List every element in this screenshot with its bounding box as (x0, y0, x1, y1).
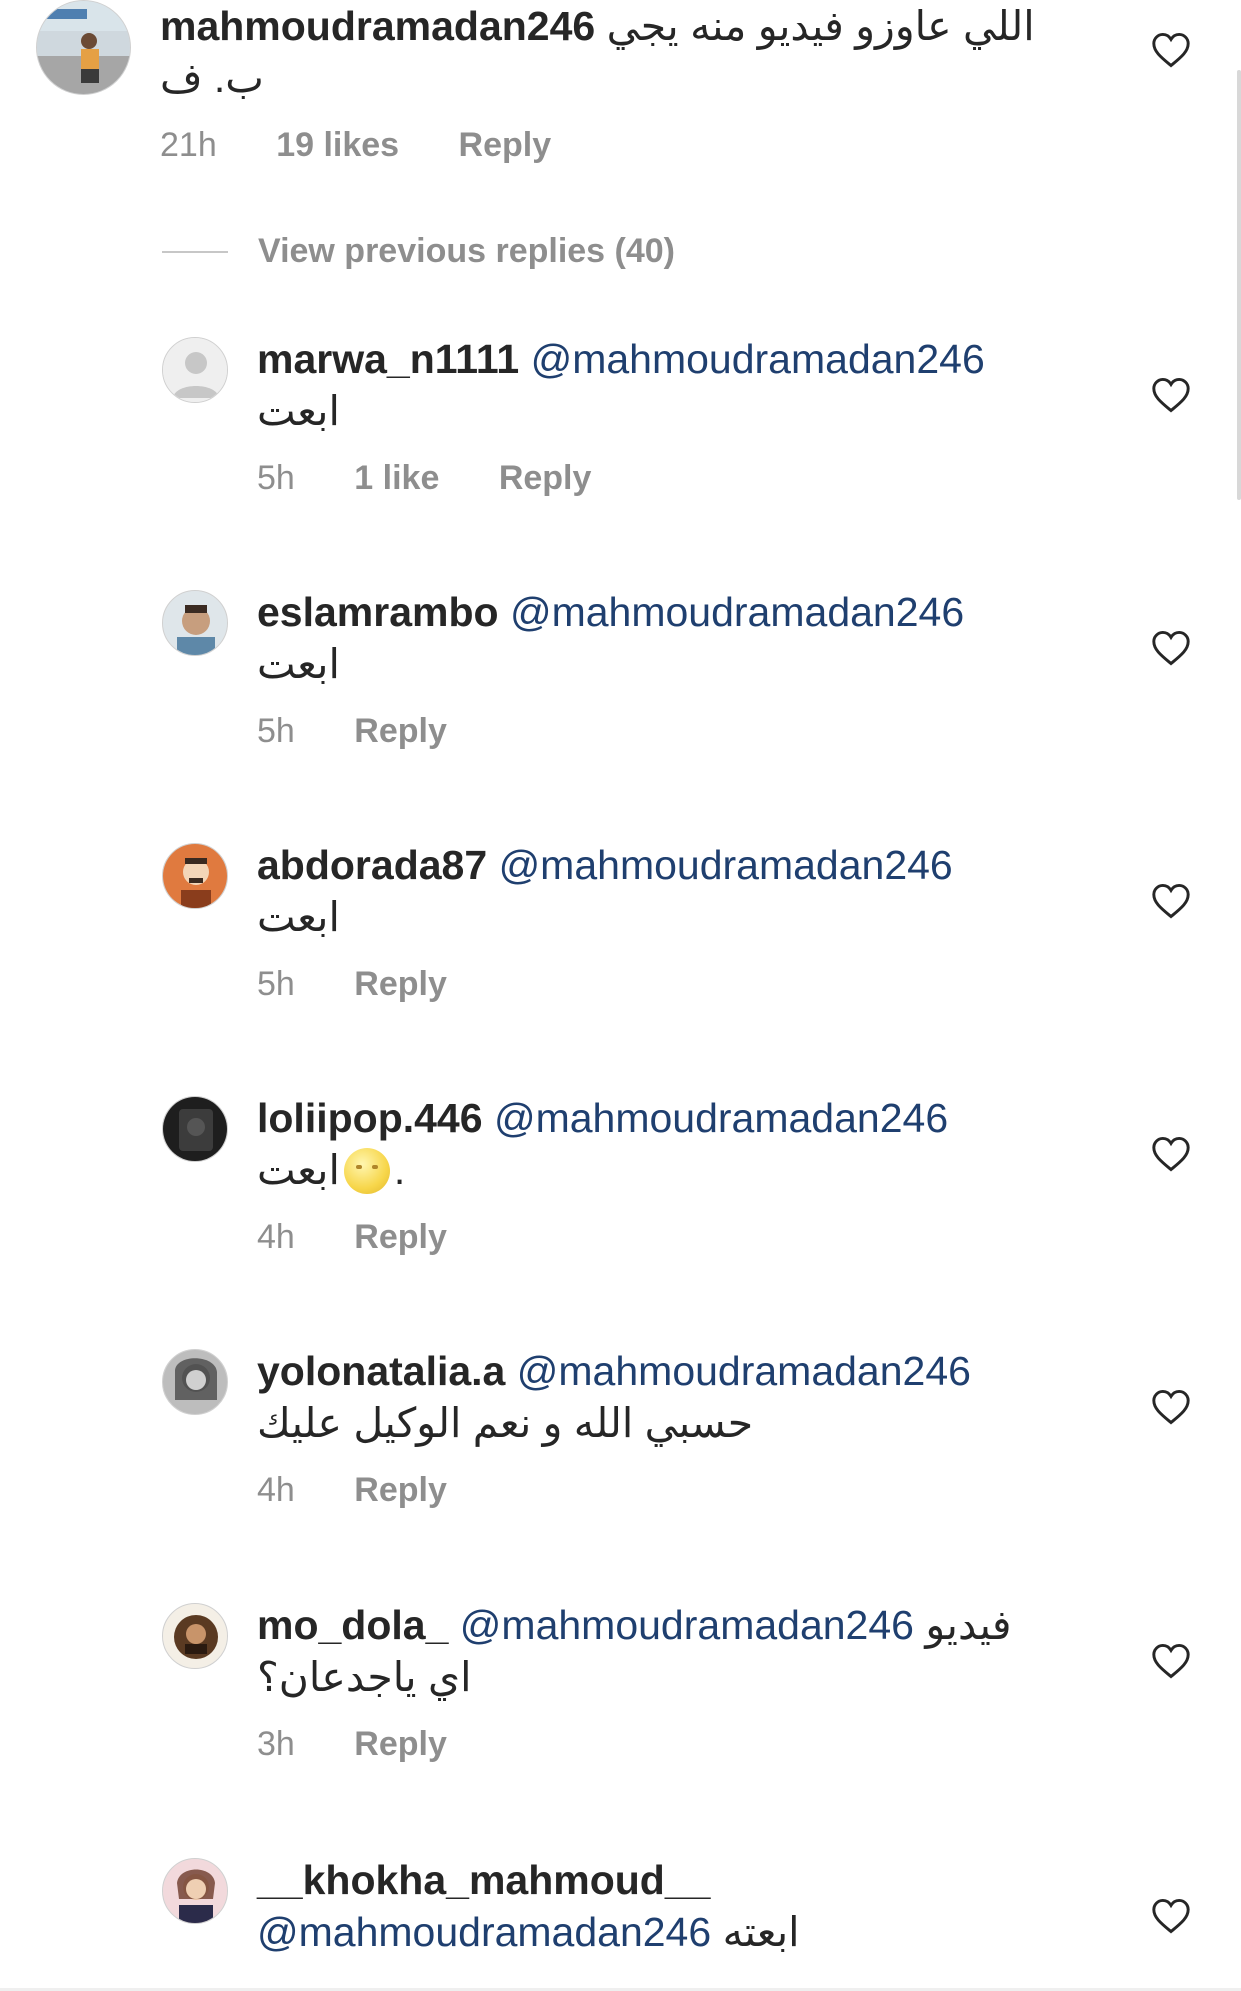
moon-face-icon (343, 1148, 390, 1194)
comment-meta: 21h 19 likes Reply (160, 126, 1041, 165)
comment-username[interactable]: mahmoudramadan246 (160, 3, 595, 49)
reply-likes[interactable]: 1 like (354, 459, 439, 497)
avatar[interactable] (162, 1349, 228, 1415)
comment-text: mahmoudramadan246 اللي عاوزو فيديو منه ي… (160, 0, 1041, 104)
heart-icon[interactable] (1151, 1136, 1191, 1172)
reply-time: 5h (257, 459, 295, 497)
reply-username[interactable]: __khokha_mahmoud__ (257, 1857, 710, 1903)
comment-likes[interactable]: 19 likes (276, 126, 399, 164)
reply-body-inline: فيديو (925, 1602, 1012, 1648)
comment-body: اللي عاوزو فيديو منه يجي (606, 3, 1035, 49)
reply-username[interactable]: eslamrambo (257, 589, 499, 635)
view-previous-replies-label[interactable]: View previous replies (40) (258, 232, 675, 271)
avatar[interactable] (36, 0, 131, 95)
reply-username[interactable]: mo_dola_ (257, 1602, 448, 1648)
reply-username[interactable]: marwa_n1111 (257, 336, 519, 382)
heart-icon[interactable] (1151, 883, 1191, 919)
reply-username[interactable]: yolonatalia.a (257, 1348, 505, 1394)
avatar[interactable] (162, 590, 228, 656)
reply-time: 5h (257, 965, 295, 1003)
reply-button[interactable]: Reply (459, 126, 552, 164)
avatar[interactable] (162, 843, 228, 909)
reply-button[interactable]: Reply (354, 1725, 447, 1763)
reply-mention[interactable]: @mahmoudramadan246 (510, 589, 964, 635)
avatar[interactable] (162, 1603, 228, 1669)
reply-time: 3h (257, 1725, 295, 1763)
reply-mention[interactable]: @mahmoudramadan246 (531, 336, 985, 382)
view-previous-replies[interactable]: View previous replies (40) (162, 232, 675, 271)
heart-icon[interactable] (1151, 1898, 1191, 1934)
heart-icon[interactable] (1151, 32, 1191, 68)
reply-button[interactable]: Reply (354, 1471, 447, 1509)
divider (162, 250, 228, 253)
reply-mention[interactable]: @mahmoudramadan246 (494, 1095, 948, 1141)
reply-body: ابعته (722, 1909, 800, 1955)
reply-mention[interactable]: @mahmoudramadan246 (517, 1348, 971, 1394)
scrollbar[interactable] (1237, 70, 1241, 500)
reply-body: ابعت (257, 641, 340, 687)
comment-time: 21h (160, 126, 217, 164)
reply-time: 5h (257, 712, 295, 750)
reply-mention[interactable]: @mahmoudramadan246 (460, 1602, 914, 1648)
reply-mention[interactable]: @mahmoudramadan246 (257, 1909, 711, 1955)
reply-button[interactable]: Reply (354, 1218, 447, 1256)
reply-button[interactable]: Reply (354, 965, 447, 1003)
avatar[interactable] (162, 337, 228, 403)
heart-icon[interactable] (1151, 1643, 1191, 1679)
reply-body: حسبي الله و نعم الوكيل عليك (257, 1400, 754, 1446)
heart-icon[interactable] (1151, 630, 1191, 666)
reply-mention[interactable]: @mahmoudramadan246 (499, 842, 953, 888)
reply-body: اي ياجدعان؟ (257, 1654, 472, 1700)
heart-icon[interactable] (1151, 377, 1191, 413)
reply-body-suffix: . (393, 1147, 406, 1193)
reply-body: ابعت (257, 894, 340, 940)
avatar[interactable] (162, 1858, 228, 1924)
avatar[interactable] (162, 1096, 228, 1162)
heart-icon[interactable] (1151, 1389, 1191, 1425)
comment-body-line2: ب. ف (160, 55, 264, 101)
reply-button[interactable]: Reply (354, 712, 447, 750)
reply-username[interactable]: abdorada87 (257, 842, 487, 888)
reply-body: ابعت (257, 388, 340, 434)
reply-body: ابعت (257, 1147, 340, 1193)
reply-time: 4h (257, 1471, 295, 1509)
reply-button[interactable]: Reply (499, 459, 592, 497)
reply-username[interactable]: loliipop.446 (257, 1095, 483, 1141)
reply-time: 4h (257, 1218, 295, 1256)
